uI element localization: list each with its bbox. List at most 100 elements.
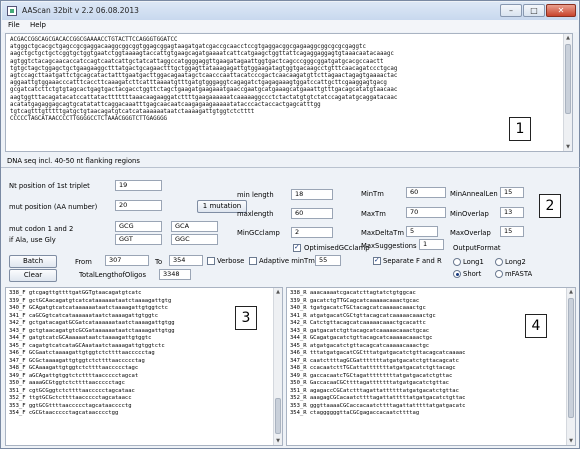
from-input[interactable]: 307 [105,255,149,266]
reverse-primer-item[interactable]: 339_R gacatctgTTGCagcatcaaaaacaaactgcac [287,298,575,306]
adaptive-mintm-label: Adaptive minTm [259,257,315,265]
forward-primer-item[interactable]: 354_F cGCGtaaccccctagcataacccctgg [6,410,282,418]
short-label: Short [463,270,482,278]
maxdelta-label: MaxDeltaTm [361,229,404,237]
output-format-label: OutputFormat [453,244,501,252]
forward-primer-item[interactable]: 353_F ggtGCGttttaaccccctagcataacccctg [6,403,282,411]
reverse-primer-item[interactable]: 349_R gaccacaatcTGCtagatttttttttatgatgac… [287,373,575,381]
short-radio[interactable] [453,270,461,278]
scroll-thumb[interactable] [568,298,574,418]
clear-button[interactable]: Clear [9,269,57,282]
forward-primer-item[interactable]: 348_F GCAaaagattgtggtctcttttaaccccctagc [6,365,282,373]
mut-position-input[interactable]: 20 [115,200,162,211]
verbose-checkbox[interactable] [207,257,215,265]
minanneal-input[interactable]: 15 [500,187,524,198]
sequence-line: gcgatcatcttctgtgtagcactgagtgactacgacctgg… [10,87,398,94]
forward-primer-item[interactable]: 347_F GCGctaaaagattgtggtctcttttaacccccta… [6,358,282,366]
scroll-down-icon[interactable]: ▼ [567,437,575,445]
reverse-primer-item[interactable]: 347_R caatcttttagGCGatttttttatgatgacatct… [287,358,575,366]
reverse-primer-item[interactable]: 350_R GaccacaaCGCttttagatttttttatgatgaca… [287,380,575,388]
adaptive-mintm-input[interactable]: 55 [315,255,341,266]
scroll-up-icon[interactable]: ▲ [567,288,575,296]
title-bar[interactable]: AAScan 32bit v 2.2 06.08.2013 – □ ✕ [2,2,578,20]
verbose-label: Verbose [217,257,245,265]
mfasta-radio[interactable] [495,270,503,278]
forward-primer-item[interactable]: 350_F aaaaGCGtggtctcttttaaccccctagc [6,380,282,388]
reverse-primer-item[interactable]: 353_R gggttaaaaCGCaccacaatcttttagattattt… [287,403,575,411]
forward-primer-item[interactable]: 344_F gatgtcatcGCAaaaaataatctaaaagattgtg… [6,335,282,343]
total-length-input[interactable]: 3348 [159,269,191,280]
scroll-down-icon[interactable]: ▼ [564,143,572,151]
forward-primer-item[interactable]: 339_F gctGCAacagatgtcatcataaaaaataatctaa… [6,298,282,306]
mintm-input[interactable]: 60 [406,187,446,198]
sequence-line: agtggtctacagcaacaccatccagtcaatcattgctatc… [10,58,384,65]
reverse-primer-item[interactable]: 340_R tgatgacatcTGCtacagcatcaaaaacaaactg… [287,305,575,313]
codon1b-input[interactable]: GCA [171,221,218,232]
maxtm-input[interactable]: 70 [406,207,446,218]
reverse-primer-item[interactable]: 338_R aaacaaaatcgacatcttagtatctgtggcac [287,290,575,298]
reverse-primer-list[interactable]: 338_R aaacaaaatcgacatcttagtatctgtggcac 33… [286,287,576,446]
scroll-up-icon[interactable]: ▲ [564,34,572,42]
maxoverlap-label: MaxOverlap [450,229,491,237]
maxdelta-input[interactable]: 5 [406,226,438,237]
sequence-line: agtccagcttaatgattctgcagcatactatttgaatgac… [10,73,398,80]
maximize-icon[interactable]: □ [523,4,545,17]
forward-primer-item[interactable]: 349_F aGCAgattgtggtctcttttaaccccctagcat [6,373,282,381]
min-length-input[interactable]: 18 [291,189,333,200]
sequence-line: aggaattgtggaaacccatttcaccttcaaagatcttcat… [10,80,387,87]
reverse-primer-item[interactable]: 348_R ccacaatcttTGCattatttttttatgatgacat… [287,365,575,373]
maxoverlap-input[interactable]: 15 [500,226,524,237]
codon1a-input[interactable]: GCG [115,221,162,232]
sequence-scrollbar[interactable]: ▲ ▼ [563,34,572,151]
codon2a-input[interactable]: GGT [115,234,162,245]
scroll-down-icon[interactable]: ▼ [274,437,282,445]
scroll-thumb[interactable] [275,398,281,434]
mut-codon-label: mut codon 1 and 2 [9,225,74,233]
menu-help[interactable]: Help [30,21,46,29]
forward-primer-item[interactable]: 345_F cagatgtcatcataGCAaataatctaaaagattg… [6,343,282,351]
max-length-input[interactable]: 60 [291,208,333,219]
reverse-primer-item[interactable]: 352_R aaagagCGCacaatcttttagattatttttatga… [287,395,575,403]
reverse-primer-item[interactable]: 346_R tttatgatgacatCGCtttatgatgacatctgtt… [287,350,575,358]
codon2b-input[interactable]: GGC [171,234,218,245]
menu-bar: File Help [2,20,578,32]
nt-position-input[interactable]: 19 [115,180,162,191]
minanneal-label: MinAnnealLen [450,190,498,198]
sequence-line: ACGACCGGCAGCGACACCGGCGAAAACCTGTACTTCCAGG… [10,37,178,43]
close-icon[interactable]: ✕ [546,4,576,17]
scroll-up-icon[interactable]: ▲ [274,288,282,296]
reverse-primer-item[interactable]: 351_R agagaccCGCatctttagattattttttatgatg… [287,388,575,396]
long2-radio[interactable] [495,258,503,266]
sequence-line: aagtggtttacagatacatccattatactttttttaaaca… [10,94,398,101]
optimised-gc-label: OptimisedGCclamp [304,244,370,252]
sequence-panel[interactable]: ACGACCGGCAGCGACACCGGCGAAAACCTGTACTTCCAGG… [5,33,573,152]
reverse-primer-item[interactable]: 345_R atgatgacatctgttacagcatcaaaaacaaact… [287,343,575,351]
forward-list-scrollbar[interactable]: ▲ ▼ [273,288,282,445]
separate-fr-checkbox[interactable] [373,256,381,265]
min-gc-input[interactable]: 2 [291,227,333,238]
sequence-text[interactable]: ACGACCGGCAGCGACACCGGCGAAAACCTGTACTTCCAGG… [10,37,570,123]
forward-primer-item[interactable]: 352_F ttgtGCGctcttttaaccccctagcataacc [6,395,282,403]
adaptive-mintm-checkbox[interactable] [249,257,257,265]
batch-button[interactable]: Batch [9,255,57,268]
forward-primer-item[interactable]: 338_F gtcgagttgttttgatGGTgtaacagatgtcatc [6,290,282,298]
scroll-thumb[interactable] [565,44,571,114]
long1-label: Long1 [463,258,484,266]
reverse-primer-item[interactable]: 354_R ctaggggggttaCGCgagaccacaatcttttag [287,410,575,418]
minoverlap-input[interactable]: 13 [500,207,524,218]
optimised-gc-checkbox[interactable] [293,243,301,252]
forward-primer-item[interactable]: 351_F cgtGCGggtctcttttaaccccctagcataac [6,388,282,396]
menu-file[interactable]: File [8,21,20,29]
if-ala-label: if Ala, use Gly [9,236,56,244]
reverse-list-scrollbar[interactable]: ▲ ▼ [566,288,575,445]
min-length-label: min length [237,191,274,199]
to-input[interactable]: 354 [169,255,203,266]
to-label: To [155,258,163,266]
sequence-line: tgtgctagctggagctgctgaagaaggctttatgactgca… [10,65,398,72]
maxtm-label: MaxTm [361,210,386,218]
long1-radio[interactable] [453,258,461,266]
forward-primer-item[interactable]: 346_F GCGaatctaaaagattgtggtctcttttaacccc… [6,350,282,358]
minimize-icon[interactable]: – [500,4,522,17]
maxsugg-input[interactable]: 1 [419,239,444,250]
max-length-label: maxlength [237,210,274,218]
